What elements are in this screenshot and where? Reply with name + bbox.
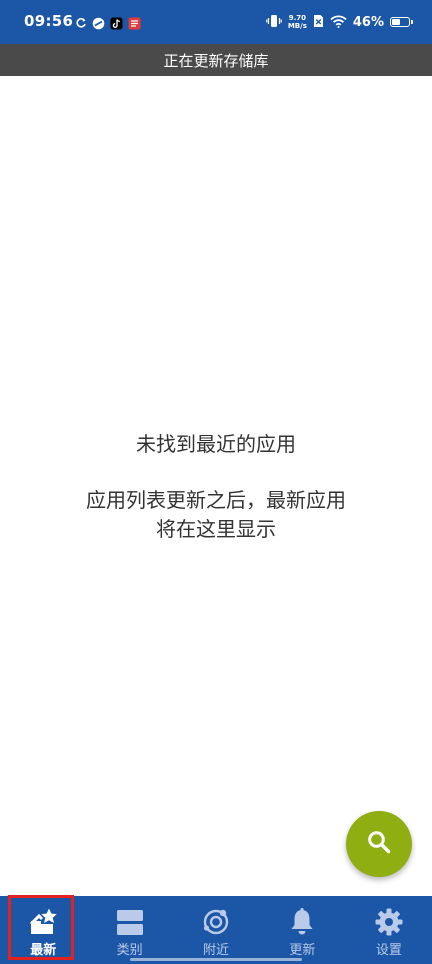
nav-item-categories[interactable]: 类别 bbox=[86, 896, 172, 964]
empty-state-line-2: 将在这里显示 bbox=[156, 517, 276, 541]
tiktok-icon bbox=[110, 17, 123, 30]
categories-icon bbox=[114, 906, 146, 938]
repository-update-banner: 正在更新存储库 bbox=[0, 44, 432, 76]
nav-item-nearby[interactable]: 附近 bbox=[173, 896, 259, 964]
nav-item-latest[interactable]: 最新 bbox=[0, 896, 86, 964]
sim-blocked-icon bbox=[313, 13, 324, 32]
battery-percent: 46% bbox=[352, 14, 384, 30]
home-indicator[interactable] bbox=[130, 958, 302, 961]
nav-item-updates[interactable]: 更新 bbox=[259, 896, 345, 964]
search-fab-button[interactable] bbox=[346, 811, 412, 877]
battery-level-fill bbox=[392, 19, 401, 25]
nav-label-latest: 最新 bbox=[30, 943, 57, 958]
empty-state-title: 未找到最近的应用 bbox=[136, 432, 296, 456]
status-left-icons bbox=[74, 15, 141, 31]
vibrate-icon bbox=[266, 13, 282, 32]
app-icon bbox=[92, 17, 105, 30]
app-screen: 09:56 9.70 MB/s 46% 正在更新存储库 未找到最近的应用 应用列… bbox=[0, 0, 432, 964]
nav-item-settings[interactable]: 设置 bbox=[346, 896, 432, 964]
nav-label-nearby: 附近 bbox=[203, 943, 230, 958]
sync-icon bbox=[74, 17, 87, 30]
nav-label-updates: 更新 bbox=[289, 943, 316, 958]
nav-label-categories: 类别 bbox=[116, 943, 143, 958]
net-speed-value: 9.70 bbox=[288, 14, 306, 22]
empty-state-message: 应用列表更新之后，最新应用 将在这里显示 bbox=[40, 486, 392, 544]
wifi-icon bbox=[330, 13, 347, 32]
net-speed: 9.70 MB/s bbox=[288, 14, 307, 30]
gear-icon bbox=[373, 906, 405, 938]
status-right-icons: 9.70 MB/s 46% bbox=[266, 11, 413, 33]
app-notification-icon bbox=[128, 17, 141, 30]
bottom-navigation: 最新 类别 附近 更新 设置 bbox=[0, 896, 432, 964]
empty-state-line-1: 应用列表更新之后，最新应用 bbox=[86, 488, 346, 512]
bell-icon bbox=[286, 906, 318, 938]
nearby-icon bbox=[200, 906, 232, 938]
nav-label-settings: 设置 bbox=[375, 943, 402, 958]
battery-icon bbox=[390, 17, 413, 27]
status-bar: 09:56 9.70 MB/s 46% bbox=[0, 0, 432, 44]
new-apps-icon bbox=[27, 906, 59, 938]
status-time: 09:56 bbox=[24, 12, 74, 30]
search-icon bbox=[366, 829, 392, 859]
net-speed-unit: MB/s bbox=[287, 22, 307, 30]
